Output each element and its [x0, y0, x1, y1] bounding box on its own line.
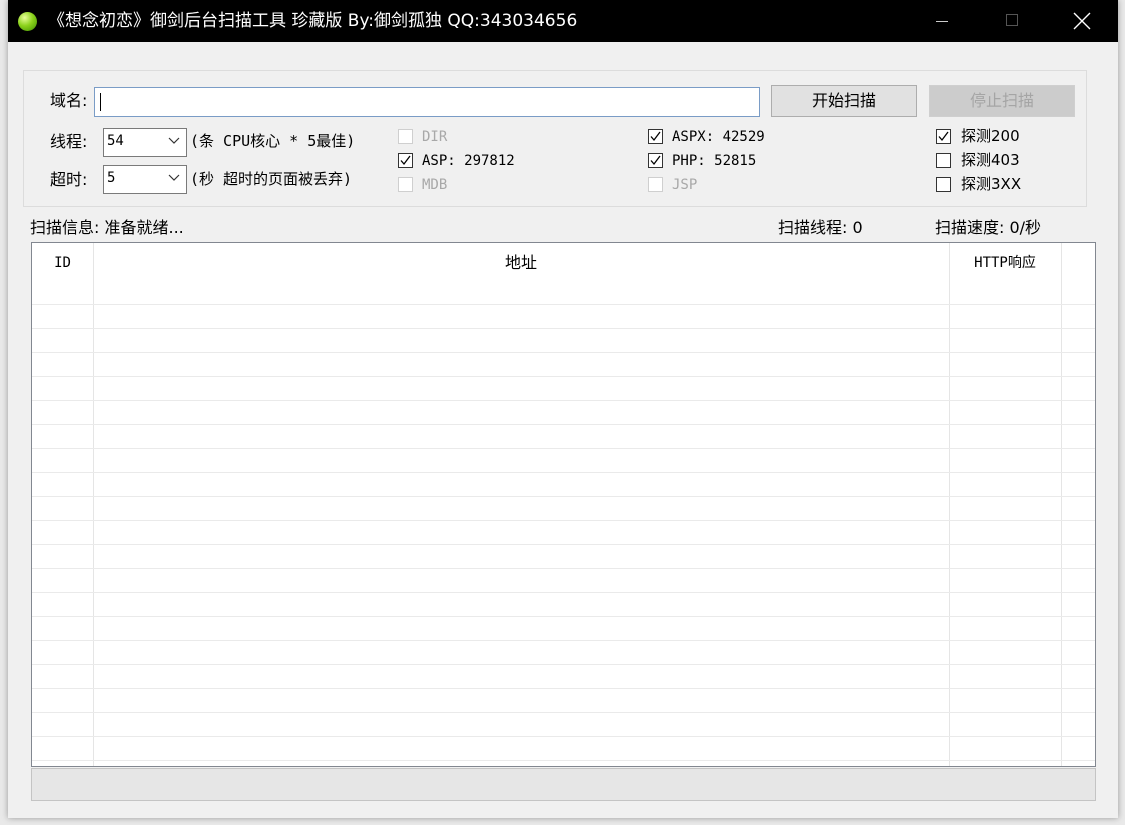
jsp-checkbox[interactable] [648, 177, 663, 192]
table-row-line [32, 328, 1095, 329]
results-table[interactable]: ID 地址 HTTP响应 [31, 242, 1096, 767]
table-row-line [32, 736, 1095, 737]
table-row-line [32, 712, 1095, 713]
probe-3xx-label: 探测3XX [961, 175, 1022, 193]
table-row-line [32, 424, 1095, 425]
probe-403-checkbox[interactable] [936, 153, 951, 168]
window-title: 《想念初恋》御剑后台扫描工具 珍藏版 By:御剑孤独 QQ:343034656 [48, 11, 578, 31]
probe-200-checkbox[interactable] [936, 129, 951, 144]
stop-scan-button[interactable]: 停止扫描 [929, 85, 1075, 117]
threads-hint: (条 CPU核心 * 5最佳) [190, 132, 356, 150]
domain-label: 域名: [50, 91, 88, 110]
table-row-line [32, 664, 1095, 665]
timeout-label: 超时: [50, 170, 88, 189]
asp-checkbox[interactable] [398, 153, 413, 168]
column-header-http[interactable]: HTTP响应 [949, 243, 1061, 283]
start-scan-button[interactable]: 开始扫描 [771, 85, 917, 117]
chevron-down-icon [168, 137, 180, 144]
minimize-button[interactable] [912, 0, 972, 42]
text-caret [100, 93, 101, 111]
table-row-line [32, 616, 1095, 617]
table-row-line [32, 304, 1095, 305]
timeout-hint: (秒 超时的页面被丢弃) [190, 170, 353, 188]
column-header-id[interactable]: ID [32, 243, 93, 283]
status-bar [31, 768, 1096, 801]
check-icon [400, 155, 411, 166]
check-icon [938, 131, 949, 142]
table-row-line [32, 472, 1095, 473]
table-row-line [32, 448, 1095, 449]
app-icon [18, 12, 37, 31]
minimize-icon [936, 21, 948, 22]
asp-checkbox-label: ASP: 297812 [422, 153, 515, 169]
probe-403-label: 探测403 [961, 151, 1020, 169]
domain-input[interactable] [94, 87, 760, 117]
table-row-line [32, 568, 1095, 569]
table-row-line [32, 496, 1095, 497]
timeout-value: 5 [107, 170, 116, 186]
table-row-line [32, 760, 1095, 761]
table-row-line [32, 592, 1095, 593]
mdb-checkbox[interactable] [398, 177, 413, 192]
mdb-checkbox-label: MDB [422, 177, 448, 193]
php-checkbox-label: PHP: 52815 [672, 153, 757, 169]
table-row-line [32, 376, 1095, 377]
check-icon [650, 131, 661, 142]
dir-checkbox-label: DIR [422, 129, 448, 145]
jsp-checkbox-label: JSP [672, 177, 698, 193]
table-row-line [32, 544, 1095, 545]
threads-label: 线程: [50, 132, 88, 151]
close-icon [1073, 12, 1091, 30]
column-header-address[interactable]: 地址 [93, 243, 949, 283]
probe-200-label: 探测200 [961, 127, 1020, 145]
table-row-line [32, 352, 1095, 353]
probe-3xx-checkbox[interactable] [936, 177, 951, 192]
scan-info-text: 扫描信息: 准备就绪... [30, 218, 184, 237]
maximize-button[interactable] [982, 0, 1042, 42]
scan-threads-text: 扫描线程: 0 [778, 218, 863, 237]
php-checkbox[interactable] [648, 153, 663, 168]
timeout-select[interactable]: 5 [103, 165, 187, 194]
dir-checkbox[interactable] [398, 129, 413, 144]
table-row-line [32, 688, 1095, 689]
aspx-checkbox[interactable] [648, 129, 663, 144]
chevron-down-icon [168, 174, 180, 181]
table-row-line [32, 640, 1095, 641]
aspx-checkbox-label: ASPX: 42529 [672, 129, 765, 145]
table-row-line [32, 520, 1095, 521]
threads-select[interactable]: 54 [103, 128, 187, 157]
threads-value: 54 [107, 133, 124, 149]
maximize-icon [1006, 14, 1018, 26]
title-bar[interactable]: 《想念初恋》御剑后台扫描工具 珍藏版 By:御剑孤独 QQ:343034656 [8, 0, 1118, 42]
close-button[interactable] [1052, 0, 1112, 42]
table-row-line [32, 400, 1095, 401]
scan-speed-text: 扫描速度: 0/秒 [935, 218, 1042, 237]
check-icon [650, 155, 661, 166]
